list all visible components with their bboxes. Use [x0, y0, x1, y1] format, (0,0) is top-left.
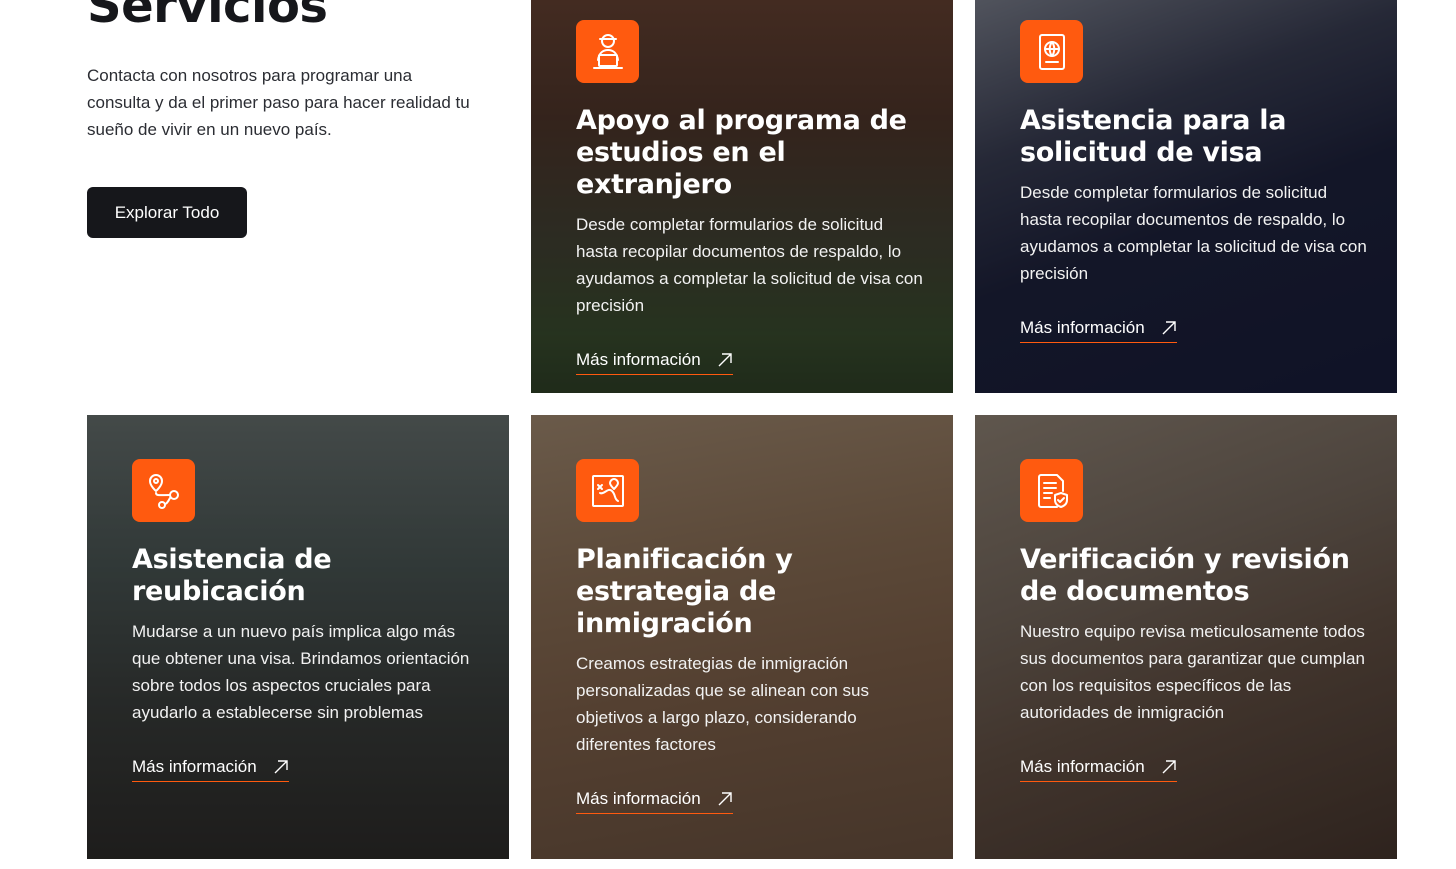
more-info-label: Más información: [132, 757, 257, 776]
section-title: Servicios: [87, 0, 328, 34]
service-card-relocation: Asistencia de reubicación Mudarse a un n…: [87, 415, 509, 859]
section-description: Contacta con nosotros para programar una…: [87, 66, 470, 139]
more-info-link[interactable]: Más información: [1020, 318, 1177, 343]
service-card-document-verification: Verificación y revisión de documentos Nu…: [975, 415, 1397, 859]
more-info-link[interactable]: Más información: [132, 757, 289, 782]
card-text: Mudarse a un nuevo país implica algo más…: [132, 622, 470, 722]
more-info-link[interactable]: Más información: [576, 789, 733, 814]
card-title: Asistencia para la solicitud de visa: [1020, 105, 1287, 168]
map-route-icon: [576, 459, 639, 522]
card-text: Desde completar formularios de solicitud…: [576, 215, 923, 315]
card-title: Apoyo al programa de estudios en el extr…: [576, 105, 907, 200]
more-info-link[interactable]: Más información: [576, 350, 733, 375]
service-card-immigration-planning: Planificación y estrategia de inmigració…: [531, 415, 953, 859]
arrow-up-right-icon: [274, 760, 288, 774]
more-info-label: Más información: [576, 789, 701, 808]
card-title: Asistencia de reubicación: [132, 544, 332, 607]
arrow-up-right-icon: [718, 353, 732, 367]
more-info-link[interactable]: Más información: [1020, 757, 1177, 782]
card-text: Desde completar formularios de solicitud…: [1020, 183, 1367, 283]
card-title: Verificación y revisión de documentos: [1020, 544, 1350, 607]
more-info-label: Más información: [576, 350, 701, 369]
student-laptop-icon: [576, 20, 639, 83]
route-pin-icon: [132, 459, 195, 522]
more-info-label: Más información: [1020, 318, 1145, 337]
arrow-up-right-icon: [1162, 321, 1176, 335]
service-card-study-abroad: Apoyo al programa de estudios en el extr…: [531, 0, 953, 393]
document-check-icon: [1020, 459, 1083, 522]
service-card-visa: Asistencia para la solicitud de visa Des…: [975, 0, 1397, 393]
explore-all-button[interactable]: Explorar Todo: [87, 187, 247, 238]
passport-icon: [1020, 20, 1083, 83]
arrow-up-right-icon: [1162, 760, 1176, 774]
arrow-up-right-icon: [718, 792, 732, 806]
card-text: Creamos estrategias de inmigración perso…: [576, 654, 869, 754]
card-title: Planificación y estrategia de inmigració…: [576, 544, 793, 639]
more-info-label: Más información: [1020, 757, 1145, 776]
card-text: Nuestro equipo revisa meticulosamente to…: [1020, 622, 1365, 722]
